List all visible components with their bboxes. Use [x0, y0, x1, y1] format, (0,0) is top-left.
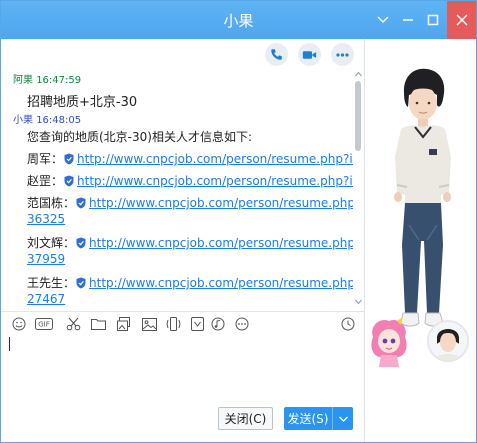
- scroll-down-icon: [355, 299, 362, 305]
- sender-name: 小果: [13, 115, 33, 126]
- shield-icon: [76, 237, 86, 249]
- chevron-down-icon: [338, 416, 348, 422]
- message-input[interactable]: [1, 335, 365, 403]
- history-icon[interactable]: [339, 315, 357, 333]
- candidate-name: 刘文辉：: [27, 236, 76, 250]
- chevron-down-icon[interactable]: [371, 1, 395, 39]
- shield-icon: [76, 197, 86, 209]
- candidate-name: 周军：: [27, 152, 64, 166]
- phone-call-button[interactable]: [265, 43, 288, 66]
- avatar[interactable]: [427, 320, 469, 362]
- message-time: 16:47:59: [36, 75, 82, 86]
- resume-link[interactable]: http://www.cnpcjob.com/person/resume.php…: [77, 152, 353, 166]
- message-list[interactable]: 阿果 16:47:59 招聘地质+北京-30 小果 16:48:05 您查询的地…: [1, 71, 353, 339]
- maximize-icon[interactable]: [421, 1, 445, 39]
- resume-link[interactable]: http://www.cnpcjob.com/person/resume.php…: [77, 174, 353, 188]
- resume-link[interactable]: http://www.cnpcjob.com/person/resume.php…: [89, 236, 353, 250]
- text-caret: [9, 337, 10, 351]
- avatar-image: [429, 322, 467, 360]
- message-header: 小果 16:48:05: [13, 111, 81, 126]
- more-options-button[interactable]: [331, 43, 354, 66]
- remote-icon[interactable]: [188, 315, 206, 333]
- resume-link-id[interactable]: 37959: [27, 252, 65, 266]
- shake-icon[interactable]: [164, 315, 182, 333]
- folder-icon[interactable]: [89, 315, 107, 333]
- chat-window: 小果 阿果 16:47:59 招聘地质+北京-30 小果 16:48:05 您查…: [0, 0, 477, 443]
- result-line: 周军： http://www.cnpcjob.com/person/resume.…: [27, 150, 353, 167]
- resume-link[interactable]: http://www.cnpcjob.com/person/resume.php…: [89, 196, 353, 210]
- avatar-illustration: [394, 68, 451, 327]
- shield-icon: [76, 277, 86, 289]
- result-line-continued: 27467: [27, 292, 65, 306]
- resume-link-id[interactable]: 27467: [27, 292, 65, 306]
- phone-icon: [271, 49, 282, 60]
- image-icon[interactable]: [140, 315, 158, 333]
- message-text: 招聘地质+北京-30: [27, 95, 138, 110]
- more-icon[interactable]: [233, 315, 251, 333]
- scroll-thumb[interactable]: [355, 81, 361, 151]
- shield-icon: [64, 175, 74, 187]
- video-call-button[interactable]: [298, 43, 321, 66]
- message-header: 阿果 16:47:59: [13, 71, 81, 86]
- more-horizontal-icon: [336, 52, 349, 57]
- send-button[interactable]: 发送(S): [284, 407, 332, 430]
- gif-icon[interactable]: GIF: [35, 315, 53, 333]
- minimize-icon[interactable]: [396, 1, 420, 39]
- result-line: 赵罡： http://www.cnpcjob.com/person/resume.…: [27, 172, 353, 189]
- chat-panel: 阿果 16:47:59 招聘地质+北京-30 小果 16:48:05 您查询的地…: [1, 39, 365, 442]
- music-icon[interactable]: [209, 315, 227, 333]
- result-line: 范国栋： http://www.cnpcjob.com/person/resume…: [27, 194, 353, 211]
- result-line-continued: 37959: [27, 252, 65, 266]
- send-options-button[interactable]: [332, 407, 353, 430]
- message-scrollbar[interactable]: [353, 71, 364, 343]
- shield-icon: [64, 153, 74, 165]
- resume-link[interactable]: http://www.cnpcjob.com/person/resume.php…: [89, 276, 353, 290]
- message-time: 16:48:05: [36, 115, 82, 126]
- scissors-icon[interactable]: [64, 315, 82, 333]
- title-bar[interactable]: 小果: [1, 1, 476, 39]
- image-gallery-icon[interactable]: [115, 315, 133, 333]
- message-text: 您查询的地质(北京-30)相关人才信息如下:: [27, 130, 253, 144]
- candidate-name: 范国栋：: [27, 196, 76, 210]
- svg-text:GIF: GIF: [38, 321, 50, 329]
- emoji-icon[interactable]: [10, 315, 28, 333]
- close-icon[interactable]: [447, 1, 476, 39]
- input-toolbar: GIF: [1, 311, 365, 335]
- scroll-up-icon: [355, 71, 362, 77]
- result-line: 王先生： http://www.cnpcjob.com/person/resume…: [27, 274, 353, 291]
- mascot-sticker: [371, 317, 407, 367]
- candidate-name: 王先生：: [27, 276, 76, 290]
- video-camera-icon: [302, 50, 317, 59]
- call-actions: [1, 39, 365, 71]
- resume-link-id[interactable]: 36325: [27, 212, 65, 226]
- side-panel: [365, 39, 476, 442]
- close-button[interactable]: 关闭(C): [218, 407, 273, 430]
- sender-name: 阿果: [13, 75, 33, 86]
- candidate-name: 赵罡：: [27, 174, 64, 188]
- result-line: 刘文辉： http://www.cnpcjob.com/person/resume…: [27, 234, 353, 251]
- result-line-continued: 36325: [27, 212, 65, 226]
